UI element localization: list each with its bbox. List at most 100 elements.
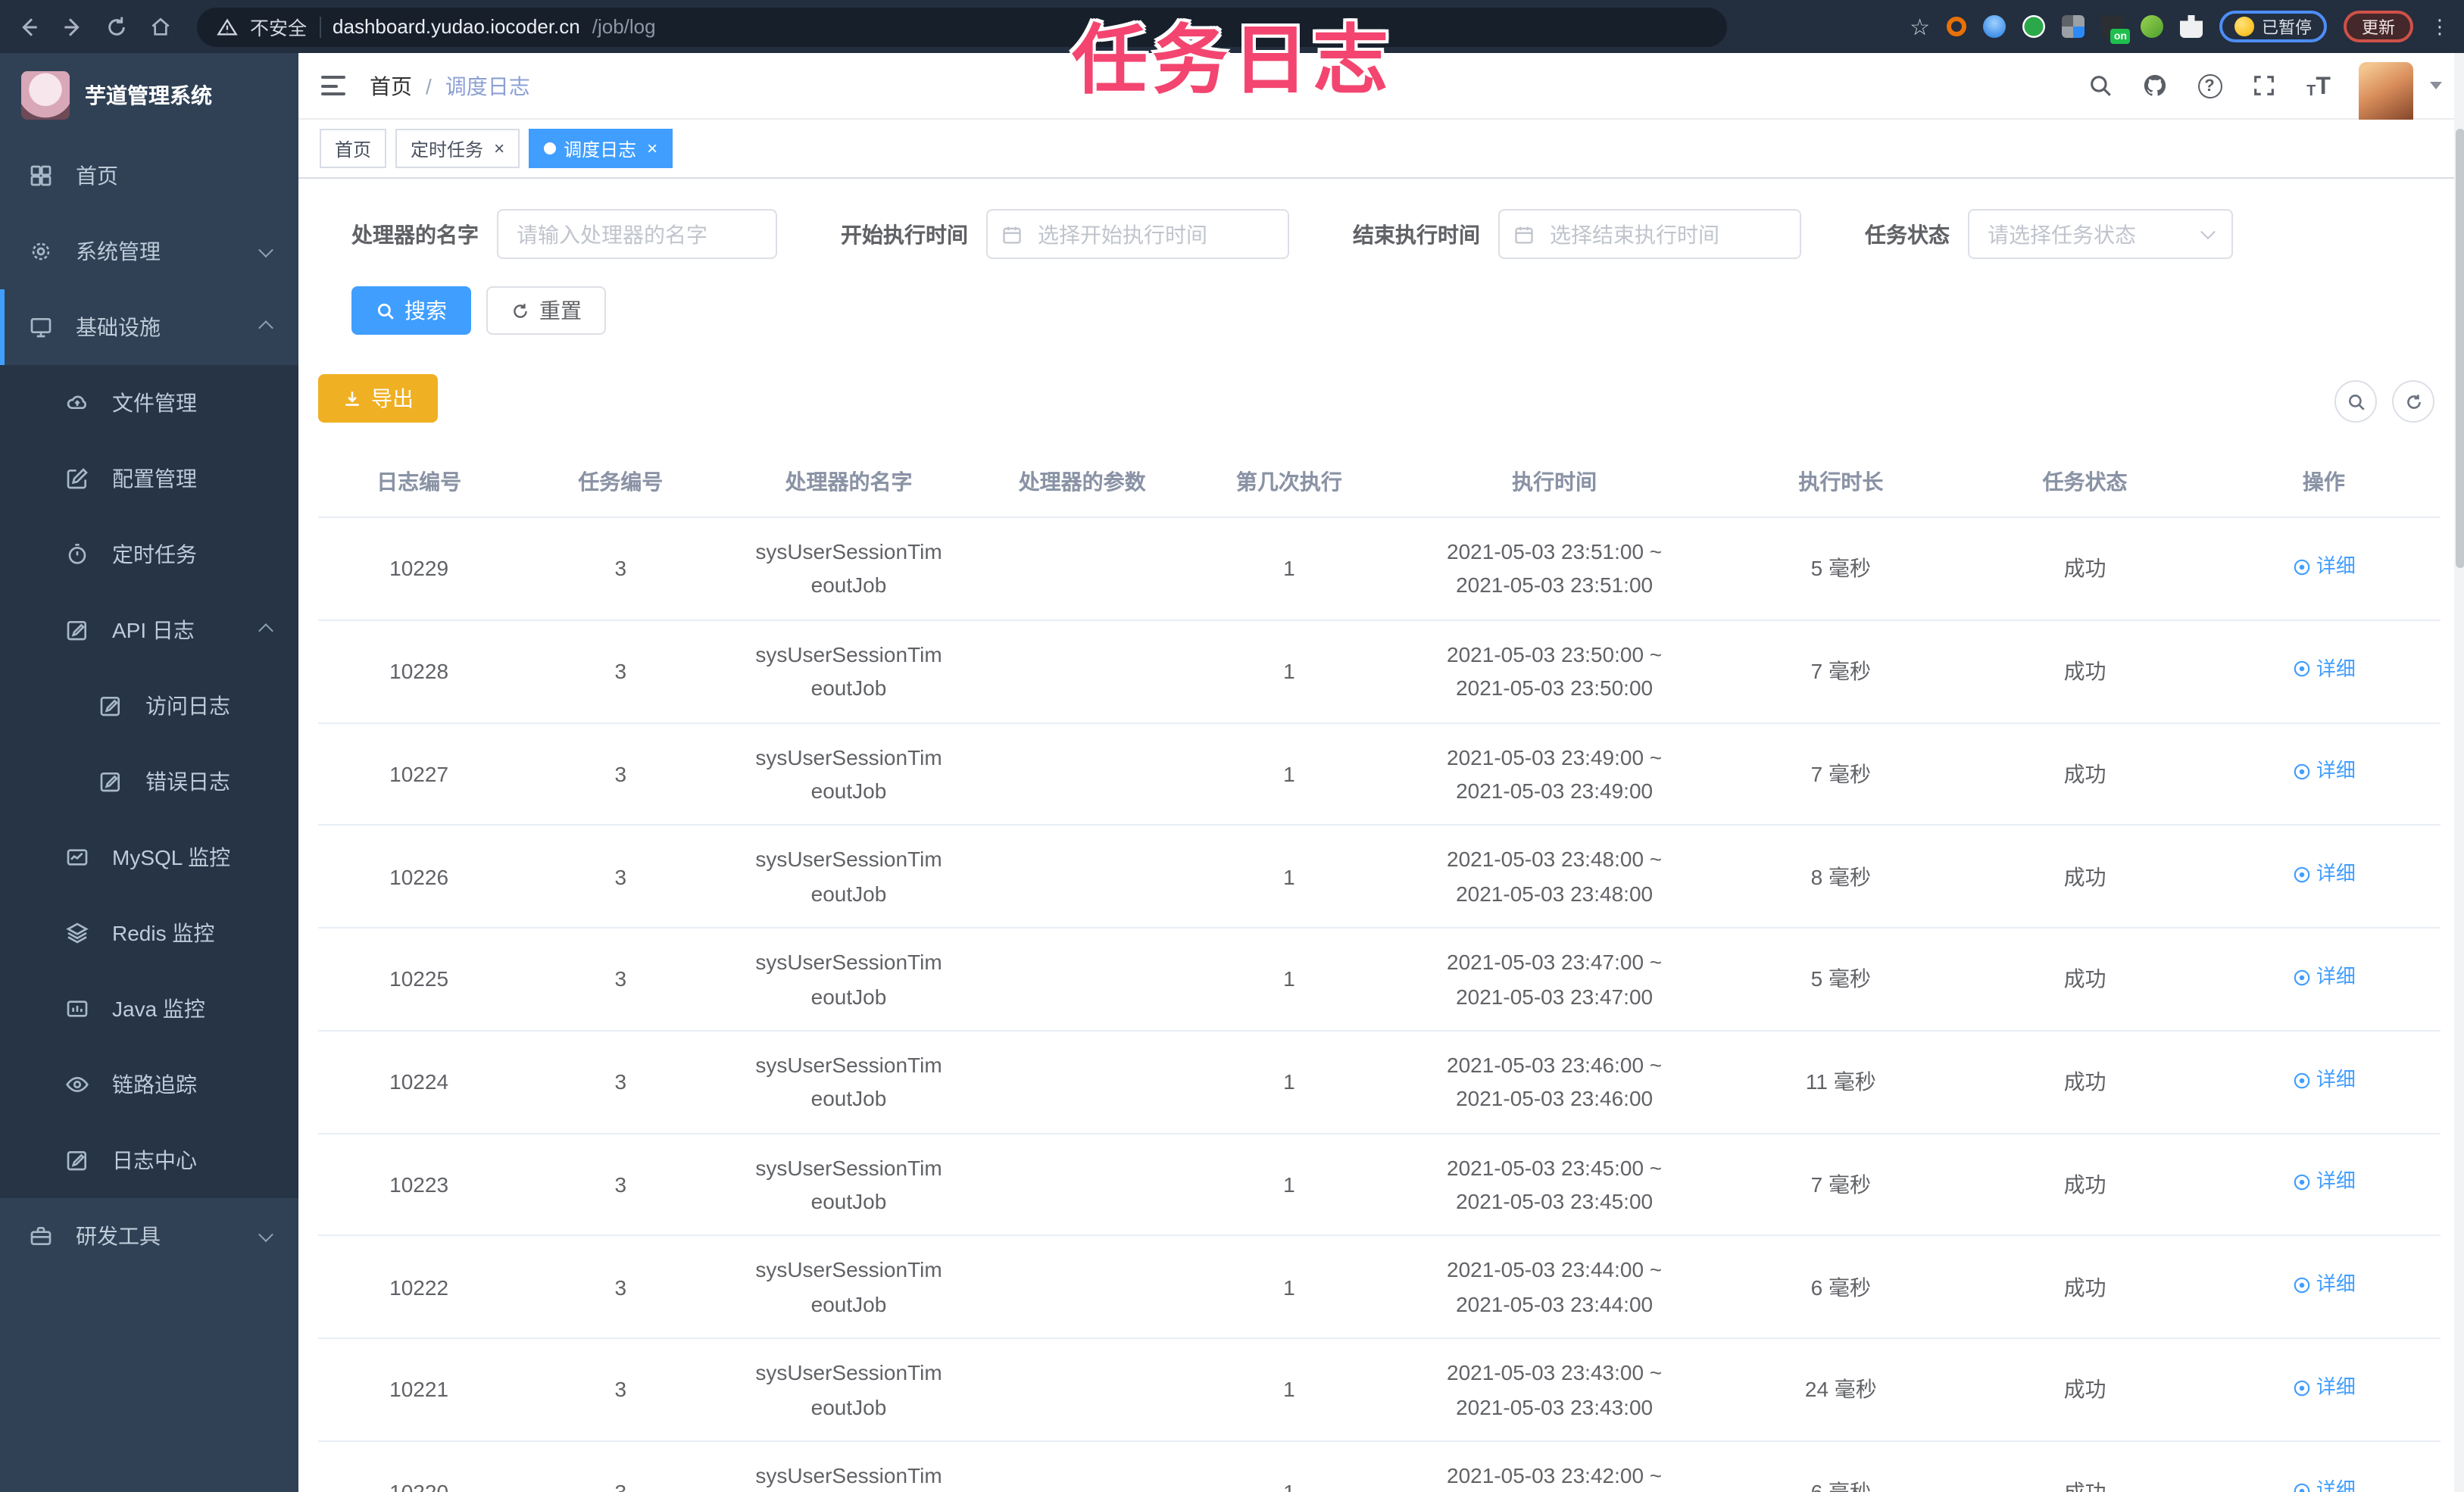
job-status-select[interactable]: 请选择任务状态 — [1968, 209, 2233, 259]
mysql-monitor-icon — [64, 845, 91, 869]
cell-handler-param — [976, 928, 1188, 1032]
sidebar-item-error-log[interactable]: 错误日志 — [0, 744, 298, 819]
not-secure-warning-icon[interactable] — [217, 16, 238, 37]
font-size-icon[interactable]: TT — [2304, 71, 2333, 100]
sidebar-item-file-management[interactable]: 文件管理 — [0, 365, 298, 441]
extensions-puzzle-icon[interactable] — [2180, 15, 2203, 38]
sidebar-item-redis-monitor[interactable]: Redis 监控 — [0, 895, 298, 971]
forward-icon[interactable] — [59, 13, 86, 40]
extension-dark-icon[interactable]: on — [2101, 15, 2130, 44]
monitor-icon — [27, 315, 55, 339]
detail-link[interactable]: 详细 — [2292, 757, 2356, 788]
user-avatar[interactable] — [2359, 61, 2413, 125]
cell-duration: 24 毫秒 — [1719, 1338, 1963, 1443]
cell-exec-time: 2021-05-03 23:44:00 ~ 2021-05-03 23:44:0… — [1389, 1235, 1719, 1340]
fullscreen-icon[interactable] — [2250, 71, 2278, 100]
detail-link[interactable]: 详细 — [2292, 1269, 2356, 1301]
eye-icon — [64, 1072, 91, 1097]
select-placeholder: 请选择任务状态 — [1988, 222, 2136, 246]
breadcrumb-separator: / — [426, 73, 432, 98]
avatar-caret-icon[interactable] — [2430, 82, 2442, 89]
hamburger-icon[interactable] — [321, 76, 345, 95]
detail-link[interactable]: 详细 — [2292, 859, 2356, 891]
sidebar-item-config-management[interactable]: 配置管理 — [0, 441, 298, 517]
browser-menu-icon[interactable]: ⋮ — [2430, 17, 2450, 36]
start-time-input[interactable] — [986, 209, 1289, 259]
sidebar-item-log-center[interactable]: 日志中心 — [0, 1122, 298, 1198]
sidebar-item-mysql-monitor[interactable]: MySQL 监控 — [0, 819, 298, 895]
toggle-search-button[interactable] — [2334, 380, 2377, 423]
cell-status: 成功 — [1963, 1235, 2207, 1340]
paused-profile-pill[interactable]: 已暂停 — [2219, 11, 2327, 42]
detail-link[interactable]: 详细 — [2292, 654, 2356, 685]
detail-link[interactable]: 详细 — [2292, 1167, 2356, 1199]
handler-name-input[interactable] — [497, 209, 777, 259]
refresh-table-button[interactable] — [2392, 380, 2434, 423]
cell-duration: 8 毫秒 — [1719, 825, 1963, 929]
cell-handler-name: sysUserSessionTim eoutJob — [721, 1441, 976, 1492]
detail-link[interactable]: 详细 — [2292, 1372, 2356, 1404]
export-button[interactable]: 导出 — [318, 374, 438, 423]
browser-actions: ☆ on 已暂停 更新 ⋮ — [1910, 11, 2450, 44]
detail-link[interactable]: 详细 — [2292, 962, 2356, 994]
breadcrumb-home[interactable]: 首页 — [370, 70, 412, 101]
tab-job-log[interactable]: 调度日志 × — [529, 129, 673, 168]
col-exec-index: 第几次执行 — [1188, 447, 1390, 518]
cell-log-id: 10226 — [318, 825, 520, 929]
detail-link[interactable]: 详细 — [2292, 1064, 2356, 1096]
scrollbar-thumb[interactable] — [2455, 129, 2464, 568]
url-bar[interactable]: 不安全 dashboard.yudao.iocoder.cn/job/log — [197, 7, 1727, 46]
cell-exec-index: 1 — [1188, 1133, 1390, 1237]
sidebar-item-tracing[interactable]: 链路追踪 — [0, 1047, 298, 1122]
sidebar-item-label: MySQL 监控 — [112, 845, 231, 869]
sidebar-item-access-log[interactable]: 访问日志 — [0, 668, 298, 744]
extension-leaf-icon[interactable] — [2141, 15, 2163, 38]
cell-status: 成功 — [1963, 1338, 2207, 1443]
page-scrollbar[interactable] — [2454, 53, 2464, 1492]
cell-log-id: 10222 — [318, 1235, 520, 1340]
sidebar-item-system[interactable]: 系统管理 — [0, 214, 298, 289]
detail-link[interactable]: 详细 — [2292, 551, 2356, 583]
search-icon[interactable] — [2086, 71, 2115, 100]
sidebar-item-java-monitor[interactable]: Java 监控 — [0, 971, 298, 1047]
home-icon[interactable] — [147, 13, 174, 40]
sidebar-item-dev-tools[interactable]: 研发工具 — [0, 1198, 298, 1274]
tab-home[interactable]: 首页 — [320, 129, 387, 168]
cell-duration: 7 毫秒 — [1719, 723, 1963, 826]
toolbox-icon — [27, 1224, 55, 1248]
back-icon[interactable] — [15, 13, 42, 40]
extension-blue-icon[interactable] — [1983, 15, 2006, 38]
tab-scheduled-jobs[interactable]: 定时任务 × — [395, 129, 520, 168]
sidebar-item-api-log[interactable]: API 日志 — [0, 592, 298, 668]
extension-grid-icon[interactable] — [2062, 15, 2085, 38]
sidebar-item-label: Redis 监控 — [112, 921, 215, 945]
logo-row[interactable]: 芋道管理系统 — [0, 53, 298, 138]
close-icon[interactable]: × — [647, 139, 657, 158]
chevron-down-icon — [258, 242, 273, 258]
cell-exec-time: 2021-05-03 23:49:00 ~ 2021-05-03 23:49:0… — [1389, 723, 1719, 826]
sidebar-item-home[interactable]: 首页 — [0, 138, 298, 214]
reload-icon[interactable] — [103, 13, 130, 40]
help-icon[interactable]: ? — [2195, 71, 2224, 100]
end-time-input[interactable] — [1498, 209, 1801, 259]
cell-log-id: 10227 — [318, 723, 520, 826]
close-icon[interactable]: × — [494, 139, 504, 158]
chevron-down-icon — [258, 1226, 273, 1242]
cell-actions: 详细 — [2206, 1441, 2441, 1492]
search-button[interactable]: 搜索 — [351, 286, 471, 335]
cell-log-id: 10220 — [318, 1441, 520, 1492]
reset-button[interactable]: 重置 — [486, 286, 606, 335]
cell-log-id: 10223 — [318, 1133, 520, 1237]
app-title: 芋道管理系统 — [85, 83, 212, 108]
cell-handler-param — [976, 517, 1188, 621]
cell-exec-time: 2021-05-03 23:46:00 ~ 2021-05-03 23:46:0… — [1389, 1030, 1719, 1135]
sidebar-item-infrastructure[interactable]: 基础设施 — [0, 289, 298, 365]
github-icon[interactable] — [2141, 71, 2169, 100]
update-button[interactable]: 更新 — [2344, 11, 2413, 42]
sidebar-item-scheduled-jobs[interactable]: 定时任务 — [0, 517, 298, 592]
cell-log-id: 10228 — [318, 620, 520, 724]
extension-green-circle-icon[interactable] — [2022, 15, 2045, 38]
bookmark-star-icon[interactable]: ☆ — [1910, 13, 1930, 40]
detail-link[interactable]: 详细 — [2292, 1475, 2356, 1492]
extension-orange-icon[interactable] — [1947, 17, 1966, 36]
